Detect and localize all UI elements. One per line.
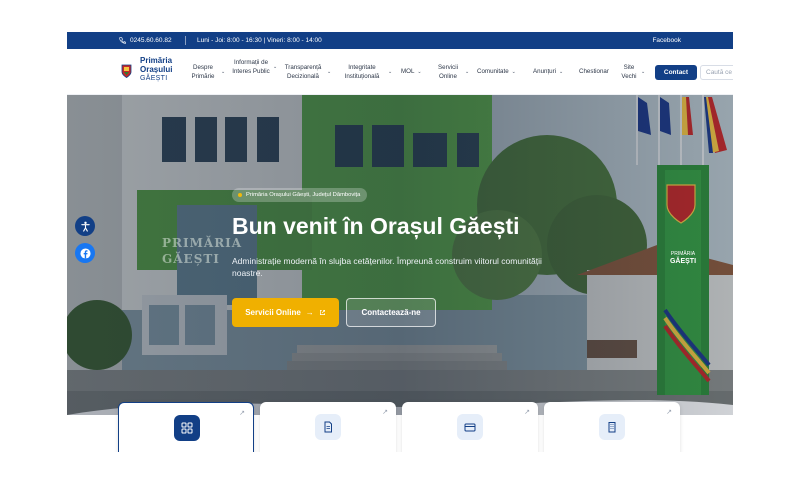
nav-integritate-institutionala[interactable]: Integritate Instituțională ⌄ — [339, 64, 393, 81]
page-frame: 0245.60.60.82 Luni - Joi: 8:00 - 16:30 |… — [67, 32, 733, 452]
nav-label: Transparență Decizională — [284, 64, 322, 80]
office-hours: Luni - Joi: 8:00 - 16:30 | Vineri: 8:00 … — [197, 37, 322, 44]
nav-label: MOL — [401, 68, 415, 75]
arrow-up-right-icon: ↗ — [239, 410, 245, 417]
chevron-down-icon: ⌄ — [388, 69, 393, 76]
location-text: Primăria Orașului Găești, Județul Dâmbov… — [246, 192, 361, 198]
building-icon — [599, 414, 625, 440]
hero-subtitle: Administrație modernă în slujba cetățeni… — [232, 256, 542, 278]
hero-section: PRIMĂRIA GĂEȘTI PRIMĂRIA GĂEȘTI Primăria… — [67, 95, 733, 415]
chevron-down-icon: ⌄ — [417, 69, 422, 75]
facebook-link[interactable]: Facebook — [652, 32, 681, 49]
monument-line-2: GĂEȘTI — [669, 258, 697, 265]
arrow-up-right-icon: ↗ — [666, 409, 672, 416]
button-label: Servicii Online — [245, 308, 301, 317]
phone-number: 0245.60.60.82 — [130, 37, 172, 44]
brand-line-3: GĂEȘTI — [140, 75, 168, 82]
credit-card-icon — [457, 414, 483, 440]
top-info-bar: 0245.60.60.82 Luni - Joi: 8:00 - 16:30 |… — [67, 32, 733, 49]
monument-label: PRIMĂRIA GĂEȘTI — [663, 251, 703, 265]
nav-chestionar[interactable]: Chestionar — [579, 68, 609, 77]
external-link-icon — [319, 310, 325, 315]
nav-servicii-online[interactable]: Servicii Online ⌄ — [434, 64, 470, 81]
facebook-side-button[interactable] — [75, 243, 95, 263]
arrow-up-right-icon: ↗ — [382, 409, 388, 416]
chevron-down-icon: ⌄ — [641, 69, 646, 76]
chevron-down-icon: ⌄ — [221, 69, 226, 76]
brand-name[interactable]: Primăria Orașului GĂEȘTI — [140, 56, 172, 83]
quick-card-4[interactable]: ↗ — [544, 402, 680, 452]
search-input[interactable]: Caută ce — [700, 65, 733, 80]
online-services-button[interactable]: Servicii Online → — [232, 298, 339, 327]
nav-label: Anunțuri — [533, 68, 557, 75]
chevron-down-icon: ⌄ — [327, 69, 332, 76]
location-pill: Primăria Orașului Găești, Județul Dâmbov… — [232, 188, 368, 202]
contact-us-button[interactable]: Contactează-ne — [346, 298, 436, 327]
nav-label: Site Vechi — [621, 64, 637, 80]
topbar-divider — [185, 36, 186, 45]
quick-card-1[interactable]: ↗ — [118, 402, 254, 452]
nav-label: Integritate Instituțională — [344, 64, 380, 80]
nav-site-vechi[interactable]: Site Vechi ⌄ — [620, 64, 648, 81]
brand-line-1: Primăria — [140, 56, 173, 65]
nav-mol[interactable]: MOL ⌄ — [401, 68, 422, 77]
nav-despre-primarie[interactable]: Despre Primărie ⌄ — [188, 64, 226, 81]
chevron-down-icon: ⌄ — [273, 64, 278, 71]
chevron-down-icon: ⌄ — [465, 69, 470, 76]
chevron-down-icon: ⌄ — [511, 69, 516, 75]
building-sign: PRIMĂRIA GĂEȘTI — [162, 236, 243, 266]
hero-title: Bun venit în Orașul Găești — [232, 213, 520, 239]
nav-label: Chestionar — [579, 68, 609, 75]
accessibility-icon — [80, 221, 90, 232]
nav-label: Despre Primărie — [191, 64, 215, 80]
monument-line-1: PRIMĂRIA — [670, 251, 696, 257]
chevron-down-icon: ⌄ — [559, 69, 564, 75]
nav-comunitate[interactable]: Comunitate ⌄ — [477, 68, 516, 77]
nav-anunturi[interactable]: Anunțuri ⌄ — [533, 68, 563, 77]
document-icon — [315, 414, 341, 440]
quick-card-2[interactable]: ↗ — [260, 402, 396, 452]
grid-icon — [174, 415, 200, 441]
nav-label: Comunitate — [477, 68, 509, 75]
brand-line-2: Orașului — [140, 65, 173, 74]
facebook-icon — [79, 247, 91, 259]
nav-label: Informații de Interes Public — [232, 59, 270, 75]
nav-label: Servicii Online — [438, 64, 458, 80]
pill-dot-icon — [238, 193, 242, 197]
arrow-right-icon: → — [305, 308, 314, 317]
arrow-up-right-icon: ↗ — [524, 409, 530, 416]
contact-button[interactable]: Contact — [655, 65, 697, 80]
accessibility-button[interactable] — [75, 216, 95, 236]
quick-card-3[interactable]: ↗ — [402, 402, 538, 452]
phone-icon — [119, 37, 126, 44]
city-crest-icon[interactable] — [121, 64, 132, 78]
nav-transparenta-decizionala[interactable]: Transparență Decizională ⌄ — [282, 64, 332, 81]
main-header: Primăria Orașului GĂEȘTI Despre Primărie… — [67, 49, 733, 95]
phone-contact[interactable]: 0245.60.60.82 — [119, 32, 172, 49]
nav-informatii-interes-public[interactable]: Informații de Interes Public ⌄ — [232, 59, 278, 76]
